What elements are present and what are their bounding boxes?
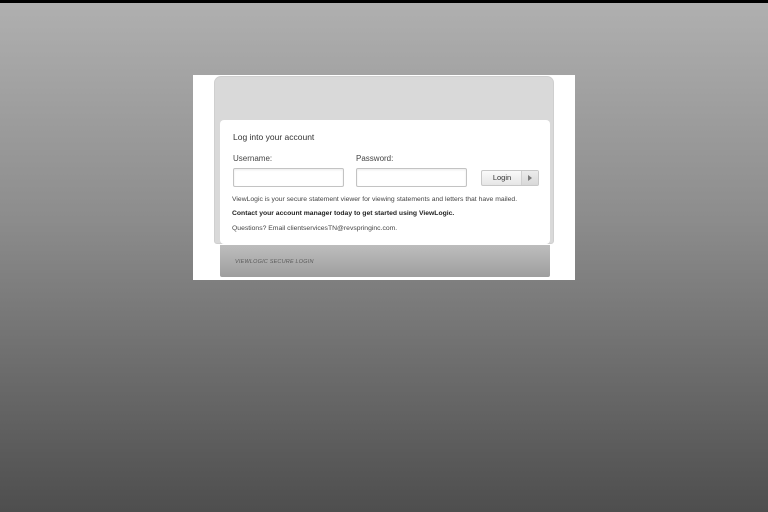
username-input[interactable] (233, 168, 344, 187)
login-button[interactable]: Login (481, 170, 539, 186)
top-edge-bar (0, 0, 768, 3)
login-card-title: Log into your account (233, 132, 315, 142)
footer-text: VIEWLOGIC SECURE LOGIN (235, 259, 314, 265)
login-card: Log into your account Username: Password… (220, 120, 550, 244)
footer-bar: VIEWLOGIC SECURE LOGIN (220, 245, 550, 277)
arrow-right-icon (528, 175, 532, 181)
cta-text: Contact your account manager today to ge… (232, 210, 455, 217)
password-input[interactable] (356, 168, 467, 187)
questions-text: Questions? Email clientservicesTN@revspr… (232, 225, 398, 232)
login-arrow-box (521, 171, 538, 185)
description-text: ViewLogic is your secure statement viewe… (232, 196, 518, 203)
username-label: Username: (233, 154, 273, 163)
login-frame: Log into your account Username: Password… (193, 75, 575, 280)
password-label: Password: (356, 154, 394, 163)
login-button-label: Login (492, 173, 512, 182)
